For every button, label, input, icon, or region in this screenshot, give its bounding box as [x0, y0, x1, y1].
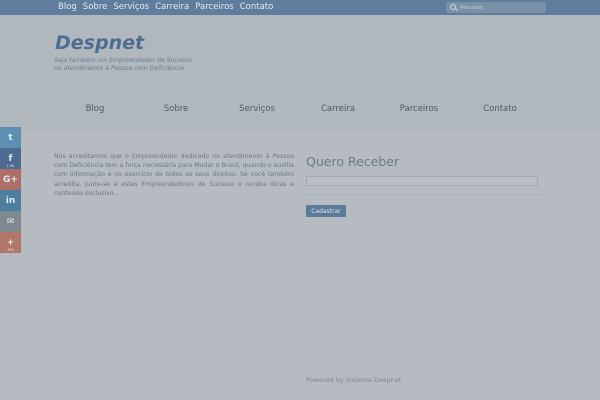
footer-bar	[0, 386, 600, 400]
top-nav-sobre[interactable]: Sobre	[83, 0, 108, 15]
top-nav-contato[interactable]: Contato	[240, 0, 274, 15]
share-more-button[interactable]: + 360	[0, 232, 21, 253]
twitter-icon: t	[8, 132, 13, 143]
more-icon: +	[6, 237, 15, 248]
facebook-icon: f	[8, 153, 13, 164]
more-share-count: 360	[7, 248, 14, 252]
linkedin-icon: in	[5, 195, 16, 206]
share-email-button[interactable]: ✉	[0, 211, 21, 232]
top-nav-servicos[interactable]: Serviços	[113, 0, 149, 15]
form-title: Quero Receber	[306, 154, 400, 169]
facebook-share-count: 1.9K	[6, 164, 15, 168]
search-icon[interactable]	[446, 2, 458, 13]
top-nav: Blog Sobre Serviços Carreira Parceiros C…	[58, 0, 279, 15]
email-icon: ✉	[6, 216, 15, 227]
google-plus-icon: G+	[3, 174, 18, 185]
email-field[interactable]	[306, 176, 538, 186]
tagline-line-2: no atendimento à Pessoa com Deficiência	[54, 65, 185, 72]
search-input[interactable]	[458, 2, 538, 13]
top-nav-blog[interactable]: Blog	[58, 0, 77, 15]
subscribe-button[interactable]: Cadastrar	[306, 205, 346, 217]
intro-text: Nós acreditamos que o Empreendedor dedic…	[54, 153, 294, 197]
search-box[interactable]	[446, 2, 546, 13]
share-google-plus-button[interactable]: G+	[0, 169, 21, 190]
main-nav-sobre[interactable]: Sobre	[164, 104, 189, 114]
main-nav-carreira[interactable]: Carreira	[321, 104, 355, 114]
share-twitter-button[interactable]: t	[0, 127, 21, 148]
top-bar: Blog Sobre Serviços Carreira Parceiros C…	[0, 0, 600, 15]
tagline-line-1: Seja também um Empreendedor de Sucesso	[54, 57, 192, 64]
share-sidebar: t f 1.9K G+ in ✉ + 360	[0, 127, 21, 253]
site-logo[interactable]: Despnet	[55, 32, 144, 54]
top-nav-carreira[interactable]: Carreira	[155, 0, 189, 15]
main-nav-servicos[interactable]: Serviços	[239, 104, 275, 114]
site-tagline: Seja também um Empreendedor de Sucesso n…	[54, 57, 192, 73]
share-linkedin-button[interactable]: in	[0, 190, 21, 211]
main-nav-blog[interactable]: Blog	[86, 104, 105, 114]
share-facebook-button[interactable]: f 1.9K	[0, 148, 21, 169]
divider	[306, 194, 544, 195]
footer-credit: Powered by Sistema Despnet	[306, 376, 402, 384]
top-nav-parceiros[interactable]: Parceiros	[195, 0, 233, 15]
main-nav-contato[interactable]: Contato	[483, 104, 517, 114]
main-nav-parceiros[interactable]: Parceiros	[400, 104, 438, 114]
